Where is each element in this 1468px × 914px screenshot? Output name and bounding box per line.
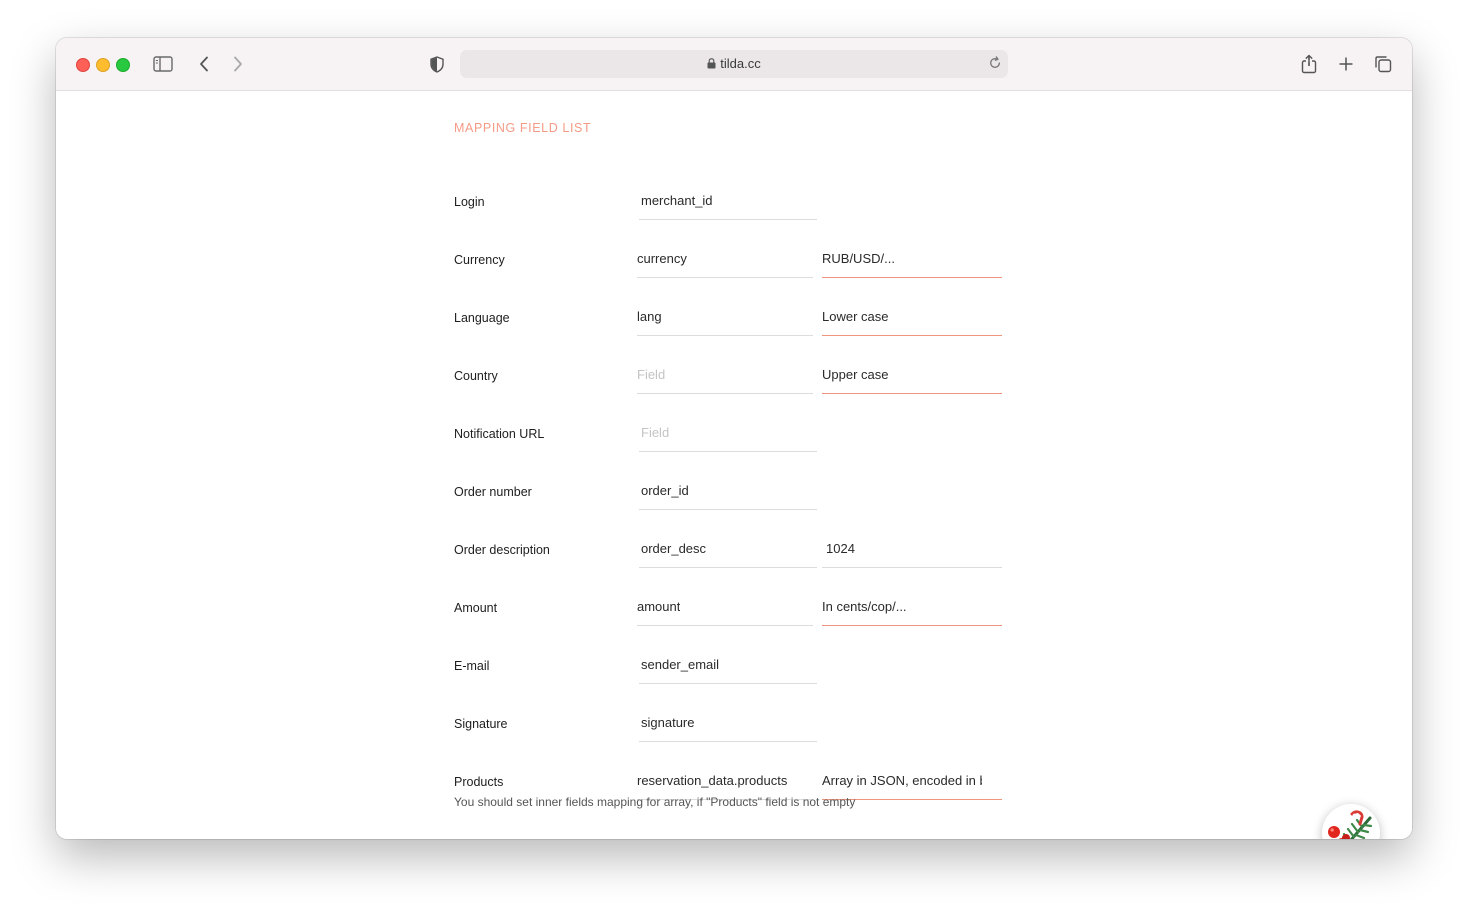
mapping-format-value: 1024: [826, 541, 855, 556]
mapping-field-input[interactable]: signature: [639, 695, 817, 742]
mapping-row-label: Signature: [454, 717, 508, 731]
mapping-format-input[interactable]: Array in JSON, encoded in b: [822, 753, 1002, 800]
mapping-field-input[interactable]: merchant_id: [639, 173, 817, 220]
mapping-row: Login merchant_id: [454, 173, 1014, 231]
mapping-row-label: Order description: [454, 543, 550, 557]
mapping-format-value: RUB/USD/...: [822, 251, 895, 266]
mapping-field-placeholder: Field: [637, 367, 666, 382]
browser-window: tilda.cc MAPPING FIELD LIST Login merchan…: [56, 38, 1412, 839]
back-icon[interactable]: [192, 52, 216, 76]
mapping-row-label: Language: [454, 311, 510, 325]
sidebar-toggle-icon[interactable]: [151, 52, 175, 76]
mapping-format-value: Lower case: [822, 309, 889, 324]
mapping-row: Notification URL Field: [454, 405, 1014, 463]
mapping-format-input[interactable]: RUB/USD/...: [822, 231, 1002, 278]
lock-icon: [707, 57, 716, 72]
mapping-row-label: Amount: [454, 601, 498, 615]
holiday-widget-button[interactable]: [1322, 804, 1380, 839]
tab-overview-icon[interactable]: [1371, 52, 1395, 76]
browser-toolbar: tilda.cc: [56, 38, 1412, 91]
zoom-window-button[interactable]: [116, 58, 130, 72]
mapping-field-input[interactable]: Field: [639, 405, 817, 452]
url-text: tilda.cc: [720, 56, 761, 71]
close-window-button[interactable]: [76, 58, 90, 72]
mapping-format-input[interactable]: In cents/cop/...: [822, 579, 1002, 626]
mapping-format-value: In cents/cop/...: [822, 599, 907, 614]
mapping-format-value: Array in JSON, encoded in b: [822, 773, 982, 788]
mapping-field-value: currency: [637, 251, 687, 266]
mapping-field-value: merchant_id: [641, 193, 713, 208]
address-bar[interactable]: tilda.cc: [460, 50, 1008, 78]
share-icon[interactable]: [1297, 52, 1321, 76]
mapping-field-input[interactable]: reservation_data.products: [637, 753, 813, 800]
mapping-field-value: lang: [637, 309, 662, 324]
mapping-format-value: Upper case: [822, 367, 889, 382]
mapping-row: Signature signature: [454, 695, 1014, 753]
mapping-row-label: Order number: [454, 485, 532, 499]
mapping-field-input[interactable]: lang: [637, 289, 813, 336]
mapping-field-value: reservation_data.products: [637, 773, 788, 788]
mapping-field-value: signature: [641, 715, 695, 730]
section-title: MAPPING FIELD LIST: [454, 121, 592, 135]
mapping-row: Order description order_desc 1024: [454, 521, 1014, 579]
mapping-field-input[interactable]: Field: [637, 347, 813, 394]
holly-icon: [1328, 810, 1373, 839]
mapping-field-value: order_id: [641, 483, 689, 498]
products-hint: You should set inner fields mapping for …: [454, 795, 856, 809]
mapping-field-input[interactable]: currency: [637, 231, 813, 278]
reload-icon[interactable]: [988, 56, 1002, 75]
mapping-field-value: order_desc: [641, 541, 707, 556]
mapping-format-input[interactable]: Upper case: [822, 347, 1002, 394]
mapping-field-input[interactable]: sender_email: [639, 637, 817, 684]
mapping-row-label: Login: [454, 195, 485, 209]
mapping-field-placeholder: Field: [641, 425, 670, 440]
mapping-row: Currency currency RUB/USD/...: [454, 231, 1014, 289]
mapping-field-input[interactable]: order_id: [639, 463, 817, 510]
mapping-row-label: E-mail: [454, 659, 490, 673]
mapping-row-label: Notification URL: [454, 427, 545, 441]
mapping-row: E-mail sender_email: [454, 637, 1014, 695]
mapping-field-value: sender_email: [641, 657, 720, 672]
mapping-field-value: amount: [637, 599, 681, 614]
mapping-field-input[interactable]: order_desc: [639, 521, 817, 568]
mapping-field-input[interactable]: amount: [637, 579, 813, 626]
mapping-row: Amount amount In cents/cop/...: [454, 579, 1014, 637]
privacy-shield-icon[interactable]: [425, 52, 449, 76]
mapping-row-label: Country: [454, 369, 498, 383]
new-tab-icon[interactable]: [1334, 52, 1358, 76]
mapping-row: Country Field Upper case: [454, 347, 1014, 405]
mapping-row-label: Currency: [454, 253, 505, 267]
forward-icon[interactable]: [226, 52, 250, 76]
page-content: MAPPING FIELD LIST Login merchant_id Curre…: [56, 91, 1412, 839]
mapping-row-label: Products: [454, 775, 504, 789]
mapping-format-input[interactable]: 1024: [822, 521, 1002, 568]
minimize-window-button[interactable]: [96, 58, 110, 72]
mapping-row: Language lang Lower case: [454, 289, 1014, 347]
mapping-format-input[interactable]: Lower case: [822, 289, 1002, 336]
mapping-row: Order number order_id: [454, 463, 1014, 521]
